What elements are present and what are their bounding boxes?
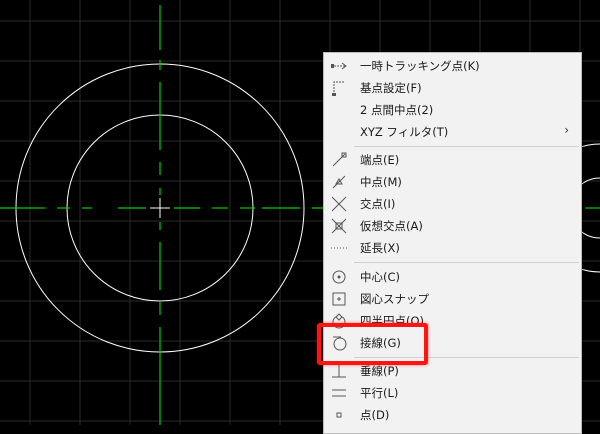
menu-item-label: 仮想交点(A) [360, 219, 423, 233]
menu-item-intersection[interactable]: 交点(I) [324, 193, 581, 215]
menu-item-apparent-intersection[interactable]: 仮想交点(A) [324, 215, 581, 237]
extension-icon [331, 247, 347, 249]
menu-item-endpoint[interactable]: 端点(E) [324, 149, 581, 171]
menu-item-extension[interactable]: 延長(X) [324, 237, 581, 259]
endpoint-icon [332, 152, 347, 167]
intersection-icon [331, 196, 347, 212]
menu-item-label: 垂線(P) [360, 364, 399, 378]
menu-item-label: 一時トラッキング点(K) [360, 59, 480, 73]
menu-item-midpoint[interactable]: 中点(M) [324, 171, 581, 193]
menu-item-mid-between-2-points[interactable]: 2 点間中点(2) [324, 99, 581, 121]
menu-item-label: 平行(L) [360, 386, 399, 400]
midpoint-icon [332, 175, 346, 189]
center-icon [332, 270, 346, 284]
perpendicular-icon [332, 365, 346, 378]
menu-separator [354, 262, 579, 263]
menu-item-node[interactable]: 点(D) [324, 404, 581, 426]
menu-item-from[interactable]: 基点設定(F) [324, 77, 581, 99]
node-icon [336, 412, 342, 418]
object-snap-context-menu: 一時トラッキング点(K) 基点設定(F) 2 点間中点(2) XYZ フィルタ(… [323, 52, 582, 434]
menu-item-temporary-tracking[interactable]: 一時トラッキング点(K) [324, 55, 581, 77]
centroid-icon [332, 292, 346, 306]
highlight-box [317, 323, 428, 365]
menu-item-label: 延長(X) [360, 241, 400, 255]
menu-item-label: 交点(I) [360, 197, 396, 211]
temporary-tracking-icon [331, 62, 347, 70]
menu-item-parallel[interactable]: 平行(L) [324, 382, 581, 404]
menu-item-label: 中心(C) [360, 270, 401, 284]
menu-item-label: 基点設定(F) [360, 81, 422, 95]
menu-item-xyz-filter[interactable]: XYZ フィルタ(T) › [324, 121, 581, 143]
menu-separator [354, 146, 579, 147]
parallel-icon [332, 389, 346, 397]
menu-item-centroid[interactable]: 図心スナップ [324, 288, 581, 310]
menu-item-label: 中点(M) [360, 175, 402, 189]
menu-item-label: 端点(E) [360, 153, 400, 167]
menu-item-label: XYZ フィルタ(T) [360, 125, 449, 139]
center-mark [150, 198, 170, 218]
menu-item-label: 点(D) [360, 408, 390, 422]
from-point-icon [332, 81, 344, 96]
menu-item-label: 2 点間中点(2) [360, 103, 434, 117]
menu-item-label: 図心スナップ [360, 292, 429, 306]
apparent-intersection-icon [331, 218, 347, 234]
submenu-arrow-icon: › [564, 123, 569, 137]
menu-item-center[interactable]: 中心(C) [324, 266, 581, 288]
